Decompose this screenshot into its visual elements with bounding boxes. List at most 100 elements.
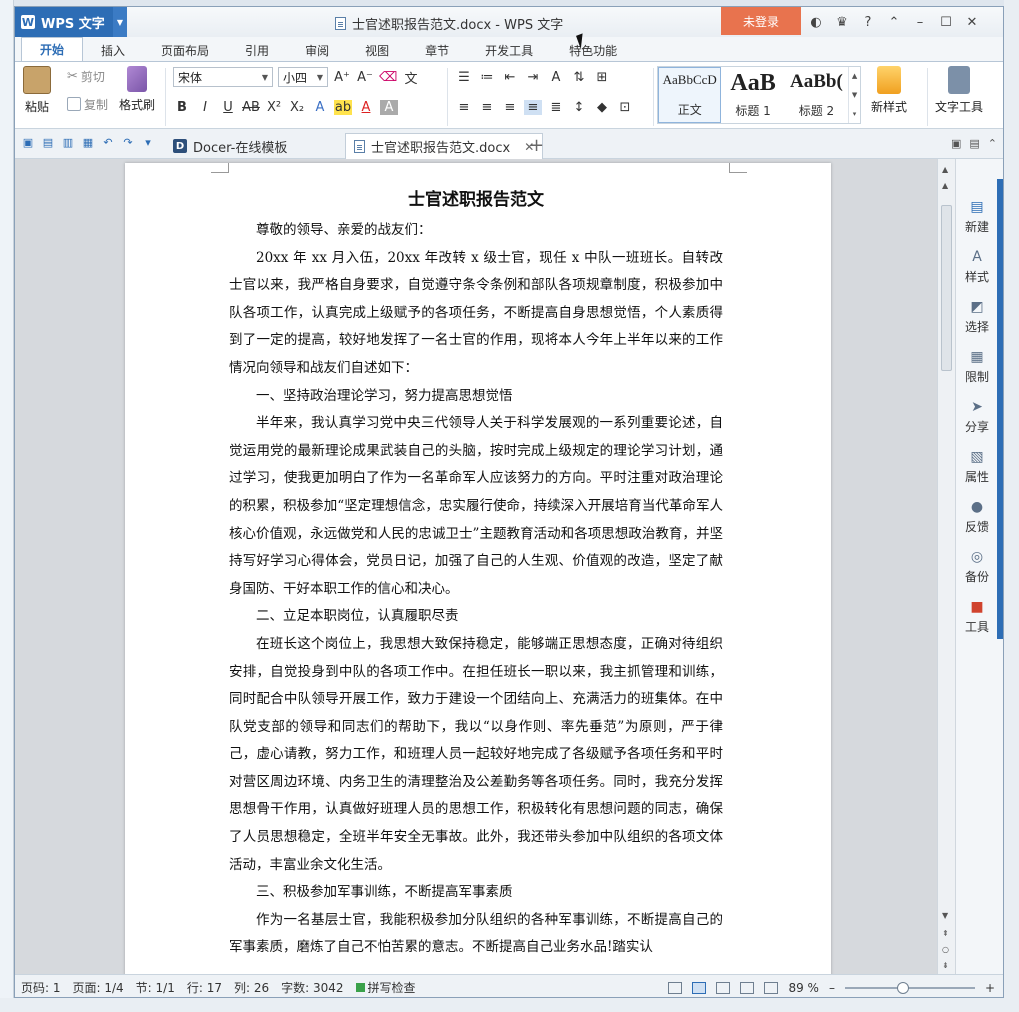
print-preview-icon[interactable]: ▦ [81, 136, 95, 150]
tab-home[interactable]: 开始 [21, 37, 84, 61]
more-icon[interactable]: ▾ [853, 110, 857, 118]
chinese-layout-icon[interactable]: A [547, 70, 565, 85]
strikethrough-icon[interactable]: AB [242, 100, 260, 115]
side-share[interactable]: ➤ 分享 [956, 399, 998, 435]
zoom-slider-knob[interactable] [897, 981, 910, 994]
format-painter-button[interactable]: 格式刷 [119, 66, 155, 113]
maximize-icon[interactable]: ☐ [935, 11, 957, 33]
document-body[interactable]: 士官述职报告范文 尊敬的领导、亲爱的战友们： 20xx 年 xx 月入伍，20x… [229, 183, 723, 962]
settings-icon[interactable]: ▤ [969, 137, 979, 150]
align-left-icon[interactable]: ≡ [455, 100, 473, 115]
chevron-up-icon[interactable]: ▲ [852, 72, 857, 80]
zoom-value[interactable]: 89 % [788, 981, 819, 995]
side-restrict[interactable]: ▦ 限制 [956, 349, 998, 385]
customize-icon[interactable]: ▾ [141, 136, 155, 150]
doc-tab-docer[interactable]: D Docer-在线模板 ✕ [165, 133, 371, 159]
borders-icon[interactable]: ⊡ [616, 100, 634, 115]
bullet-list-icon[interactable]: ☰ [455, 70, 473, 85]
sort-icon[interactable]: ⇅ [570, 70, 588, 85]
chevron-down-icon[interactable]: ▼ [852, 91, 857, 99]
font-color-icon[interactable]: A [357, 100, 375, 115]
undo-icon[interactable]: ↶ [101, 136, 115, 150]
shading-icon[interactable]: ◆ [593, 100, 611, 115]
next-page-icon[interactable]: ⇟ [942, 961, 949, 970]
task-pane-toggle[interactable] [997, 179, 1003, 639]
zoom-out-icon[interactable]: – [829, 981, 835, 995]
zoom-slider[interactable] [844, 981, 975, 994]
web-view-icon[interactable] [740, 981, 755, 994]
cut-button[interactable]: ✂ 剪切 [67, 66, 108, 86]
underline-icon[interactable]: U [219, 100, 237, 115]
close-icon[interactable]: ✕ [961, 11, 983, 33]
decrease-indent-icon[interactable]: ⇤ [501, 70, 519, 85]
clear-format-icon[interactable]: ⌫ [379, 70, 397, 85]
tab-developer[interactable]: 开发工具 [467, 39, 551, 61]
scroll-top-icon[interactable]: ▲ [942, 165, 948, 174]
status-pages[interactable]: 页面: 1/4 [67, 979, 130, 996]
side-tools[interactable]: ■ 工具 [956, 599, 998, 635]
outline-view-icon[interactable] [716, 981, 731, 994]
login-button[interactable]: 未登录 [721, 7, 801, 35]
italic-icon[interactable]: I [196, 100, 214, 115]
doc-tab-active[interactable]: 士官述职报告范文.docx ✕ [345, 133, 544, 159]
new-style-button[interactable]: 新样式 [871, 66, 907, 115]
styles-scroll[interactable]: ▲ ▼ ▾ [848, 67, 860, 123]
tab-chapter[interactable]: 章节 [407, 39, 467, 61]
distributed-icon[interactable]: ≣ [547, 100, 565, 115]
new-tab-icon[interactable]: + [529, 135, 544, 156]
help-icon[interactable]: ? [857, 11, 879, 33]
copy-button[interactable]: 复制 [67, 94, 108, 114]
vertical-scrollbar[interactable]: ▲ ▲ ▼ ⇞ ○ ⇟ [937, 159, 955, 974]
redo-icon[interactable]: ↷ [121, 136, 135, 150]
align-center-icon[interactable]: ≡ [478, 100, 496, 115]
superscript-icon[interactable]: X² [265, 100, 283, 115]
spell-check-button[interactable]: 拼写检查 [350, 979, 422, 996]
side-feedback[interactable]: ● 反馈 [956, 499, 998, 535]
side-backup[interactable]: ◎ 备份 [956, 549, 998, 585]
bold-icon[interactable]: B [173, 100, 191, 115]
browse-object-icon[interactable]: ○ [942, 945, 949, 954]
grow-font-icon[interactable]: A⁺ [333, 70, 351, 85]
align-right-icon[interactable]: ≡ [501, 100, 519, 115]
paste-button[interactable]: 粘贴 [23, 66, 51, 115]
shirt-icon[interactable]: ♛ [831, 11, 853, 33]
style-heading-2[interactable]: AaBb( 标题 2 [785, 67, 848, 123]
table-icon[interactable]: ⊞ [593, 70, 611, 85]
shrink-font-icon[interactable]: A⁻ [356, 70, 374, 85]
app-menu-button[interactable]: W WPS 文字 ▼ [15, 7, 127, 37]
tab-references[interactable]: 引用 [227, 39, 287, 61]
chevron-up-icon[interactable]: ⌃ [988, 137, 997, 150]
window-icon[interactable]: ▣ [951, 137, 961, 150]
text-tools-button[interactable]: 文字工具 [935, 66, 983, 115]
print-icon[interactable]: ▥ [61, 136, 75, 150]
minimize-icon[interactable]: – [909, 11, 931, 33]
char-shading-icon[interactable]: A [380, 99, 398, 115]
text-effect-icon[interactable]: A [311, 100, 329, 115]
tab-view[interactable]: 视图 [347, 39, 407, 61]
side-style[interactable]: A 样式 [956, 249, 998, 285]
numbered-list-icon[interactable]: ≔ [478, 70, 496, 85]
scroll-up-icon[interactable]: ▲ [942, 181, 948, 190]
side-select[interactable]: ◩ 选择 [956, 299, 998, 335]
phonetic-icon[interactable]: 文 [402, 68, 420, 87]
increase-indent-icon[interactable]: ⇥ [524, 70, 542, 85]
line-spacing-icon[interactable]: ↕ [570, 100, 588, 115]
status-page-number[interactable]: 页码: 1 [15, 979, 67, 996]
page-view-icon[interactable] [692, 981, 707, 994]
side-new[interactable]: ▤ 新建 [956, 199, 998, 235]
document-page[interactable]: 士官述职报告范文 尊敬的领导、亲爱的战友们： 20xx 年 xx 月入伍，20x… [125, 163, 831, 974]
skin-icon[interactable]: ◐ [805, 11, 827, 33]
font-family-select[interactable]: 宋体 ▼ [173, 67, 273, 87]
status-word-count[interactable]: 字数: 3042 [275, 979, 349, 996]
chevron-down-icon[interactable]: ▼ [113, 7, 127, 37]
collapse-ribbon-icon[interactable]: ⌃ [883, 11, 905, 33]
highlight-icon[interactable]: ab [334, 99, 352, 115]
scroll-down-icon[interactable]: ▼ [942, 911, 948, 920]
style-normal[interactable]: AaBbCcD 正文 [658, 67, 722, 123]
tab-review[interactable]: 审阅 [287, 39, 347, 61]
font-size-select[interactable]: 小四 ▼ [278, 67, 328, 87]
tab-insert[interactable]: 插入 [83, 39, 143, 61]
save-icon[interactable]: ▤ [41, 136, 55, 150]
scroll-thumb[interactable] [941, 205, 952, 371]
reading-view-icon[interactable] [764, 981, 779, 994]
